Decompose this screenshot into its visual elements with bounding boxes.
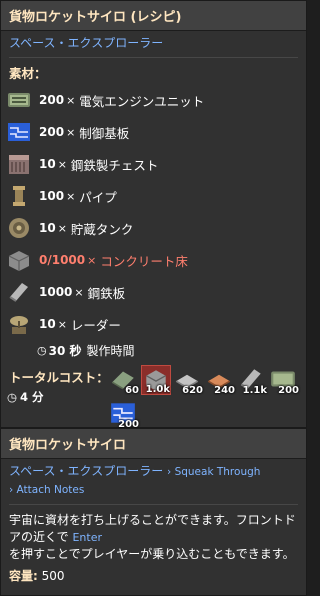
cost-count: 240: [214, 385, 235, 396]
cost-slot: 240: [205, 365, 235, 396]
ingredient-amount: 10: [39, 157, 56, 171]
times-sign: ×: [57, 157, 67, 171]
ingredient-row: 10 × 貯蔵タンク: [1, 212, 306, 244]
entity-mod-line: スペース・エクスプローラー › Squeak Through › Attach …: [1, 459, 306, 501]
capacity: 容量: 500: [1, 567, 306, 584]
ingredient-name: 貯蔵タンク: [70, 221, 134, 237]
entity-title: 貨物ロケットサイロ: [1, 429, 306, 459]
ingredient-amount: 200: [39, 125, 65, 139]
ingredient-amount: 0/1000: [39, 253, 86, 267]
ingredient-name: 鋼鉄製チェスト: [70, 157, 159, 173]
recipe-title: 貨物ロケットサイロ (レシピ): [1, 1, 306, 31]
ingredient-row: 0/1000 × コンクリート床: [1, 244, 306, 276]
desc-part2: を押すことでプレイヤーが乗り込むこともできます。: [9, 547, 295, 561]
recipe-mod-name: スペース・エクスプローラー: [9, 36, 164, 50]
ingredient-amount: 200: [39, 93, 65, 107]
circuit-board-icon: [5, 118, 33, 146]
entity-mod-extra2: › Attach Notes: [9, 484, 85, 496]
clock-icon: ◷: [7, 390, 18, 404]
times-sign: ×: [57, 221, 67, 235]
total-time-value: 4 分: [20, 390, 44, 404]
divider: [9, 57, 298, 58]
cost-slot: 200: [109, 399, 139, 430]
entity-mod-extra1: › Squeak Through: [167, 466, 261, 478]
cost-count: 200: [278, 385, 299, 396]
ingredient-row: 200 × 電気エンジンユニット: [1, 84, 306, 116]
total-time: ◷ 4 分: [7, 389, 44, 405]
clock-icon: ◷: [37, 343, 47, 357]
concrete-icon: [5, 246, 33, 274]
times-sign: ×: [57, 317, 67, 331]
steel-chest-icon: [5, 150, 33, 178]
capacity-label: 容量:: [9, 569, 38, 583]
storage-tank-icon: [5, 214, 33, 242]
craft-time: ◷ 30 秒 製作時間: [1, 340, 306, 360]
ingredient-name: 制御基板: [79, 125, 130, 141]
ingredient-row: 100 × パイプ: [1, 180, 306, 212]
cost-count: 60: [125, 385, 139, 396]
times-sign: ×: [66, 93, 76, 107]
recipe-tooltip: 貨物ロケットサイロ (レシピ) スペース・エクスプローラー 素材： 200 × …: [0, 0, 307, 430]
ingredient-amount: 10: [39, 221, 56, 235]
desc-part1: 宇宙に資材を打ち上げることができます。フロントドアの近くで: [9, 513, 296, 544]
entity-description: 宇宙に資材を打ち上げることができます。フロントドアの近くで Enter を押すこ…: [1, 508, 306, 567]
ingredient-name: パイプ: [79, 189, 117, 205]
ingredient-name: コンクリート床: [100, 253, 188, 269]
craft-time-value: 30 秒: [48, 343, 82, 358]
ingredients-label: 素材：: [9, 66, 47, 81]
cost-slot: 620: [173, 365, 203, 396]
cost-slot: 200: [269, 365, 299, 396]
radar-icon: [5, 310, 33, 338]
steel-plate-icon: [5, 278, 33, 306]
ingredient-row: 200 × 制御基板: [1, 116, 306, 148]
ingredient-row: 10 × レーダー: [1, 308, 306, 340]
capacity-value: 500: [41, 569, 65, 583]
cost-count: 1.1k: [242, 385, 267, 396]
cost-slot: 1.1k: [237, 365, 267, 396]
pipe-icon: [5, 182, 33, 210]
craft-time-label: 製作時間: [86, 343, 135, 358]
ingredient-amount: 100: [39, 189, 65, 203]
key-hint: Enter: [72, 531, 102, 544]
entity-mod-name: スペース・エクスプローラー: [9, 464, 164, 478]
entity-tooltip: 貨物ロケットサイロ スペース・エクスプローラー › Squeak Through…: [0, 428, 307, 596]
ingredient-name: 鋼鉄板: [87, 285, 126, 301]
cost-slot: 60: [109, 365, 139, 396]
total-cost-label: トータルコスト：: [9, 370, 109, 385]
divider: [9, 504, 298, 505]
ingredient-row: 1000 × 鋼鉄板: [1, 276, 306, 308]
cost-count: 620: [182, 385, 203, 396]
ingredient-amount: 10: [39, 317, 56, 331]
cost-slot: 1.0k: [141, 365, 171, 395]
times-sign: ×: [66, 189, 76, 203]
cost-count: 1.0k: [145, 384, 170, 395]
ingredient-list: 200 × 電気エンジンユニット 200 × 制御基板 10 × 鋼鉄製チェスト: [1, 84, 306, 340]
times-sign: ×: [74, 285, 84, 299]
times-sign: ×: [66, 125, 76, 139]
ingredient-name: 電気エンジンユニット: [79, 93, 205, 109]
times-sign: ×: [87, 253, 97, 267]
ingredient-amount: 1000: [39, 285, 73, 299]
electric-engine-icon: [5, 86, 33, 114]
ingredient-name: レーダー: [70, 317, 121, 333]
ingredient-row: 10 × 鋼鉄製チェスト: [1, 148, 306, 180]
